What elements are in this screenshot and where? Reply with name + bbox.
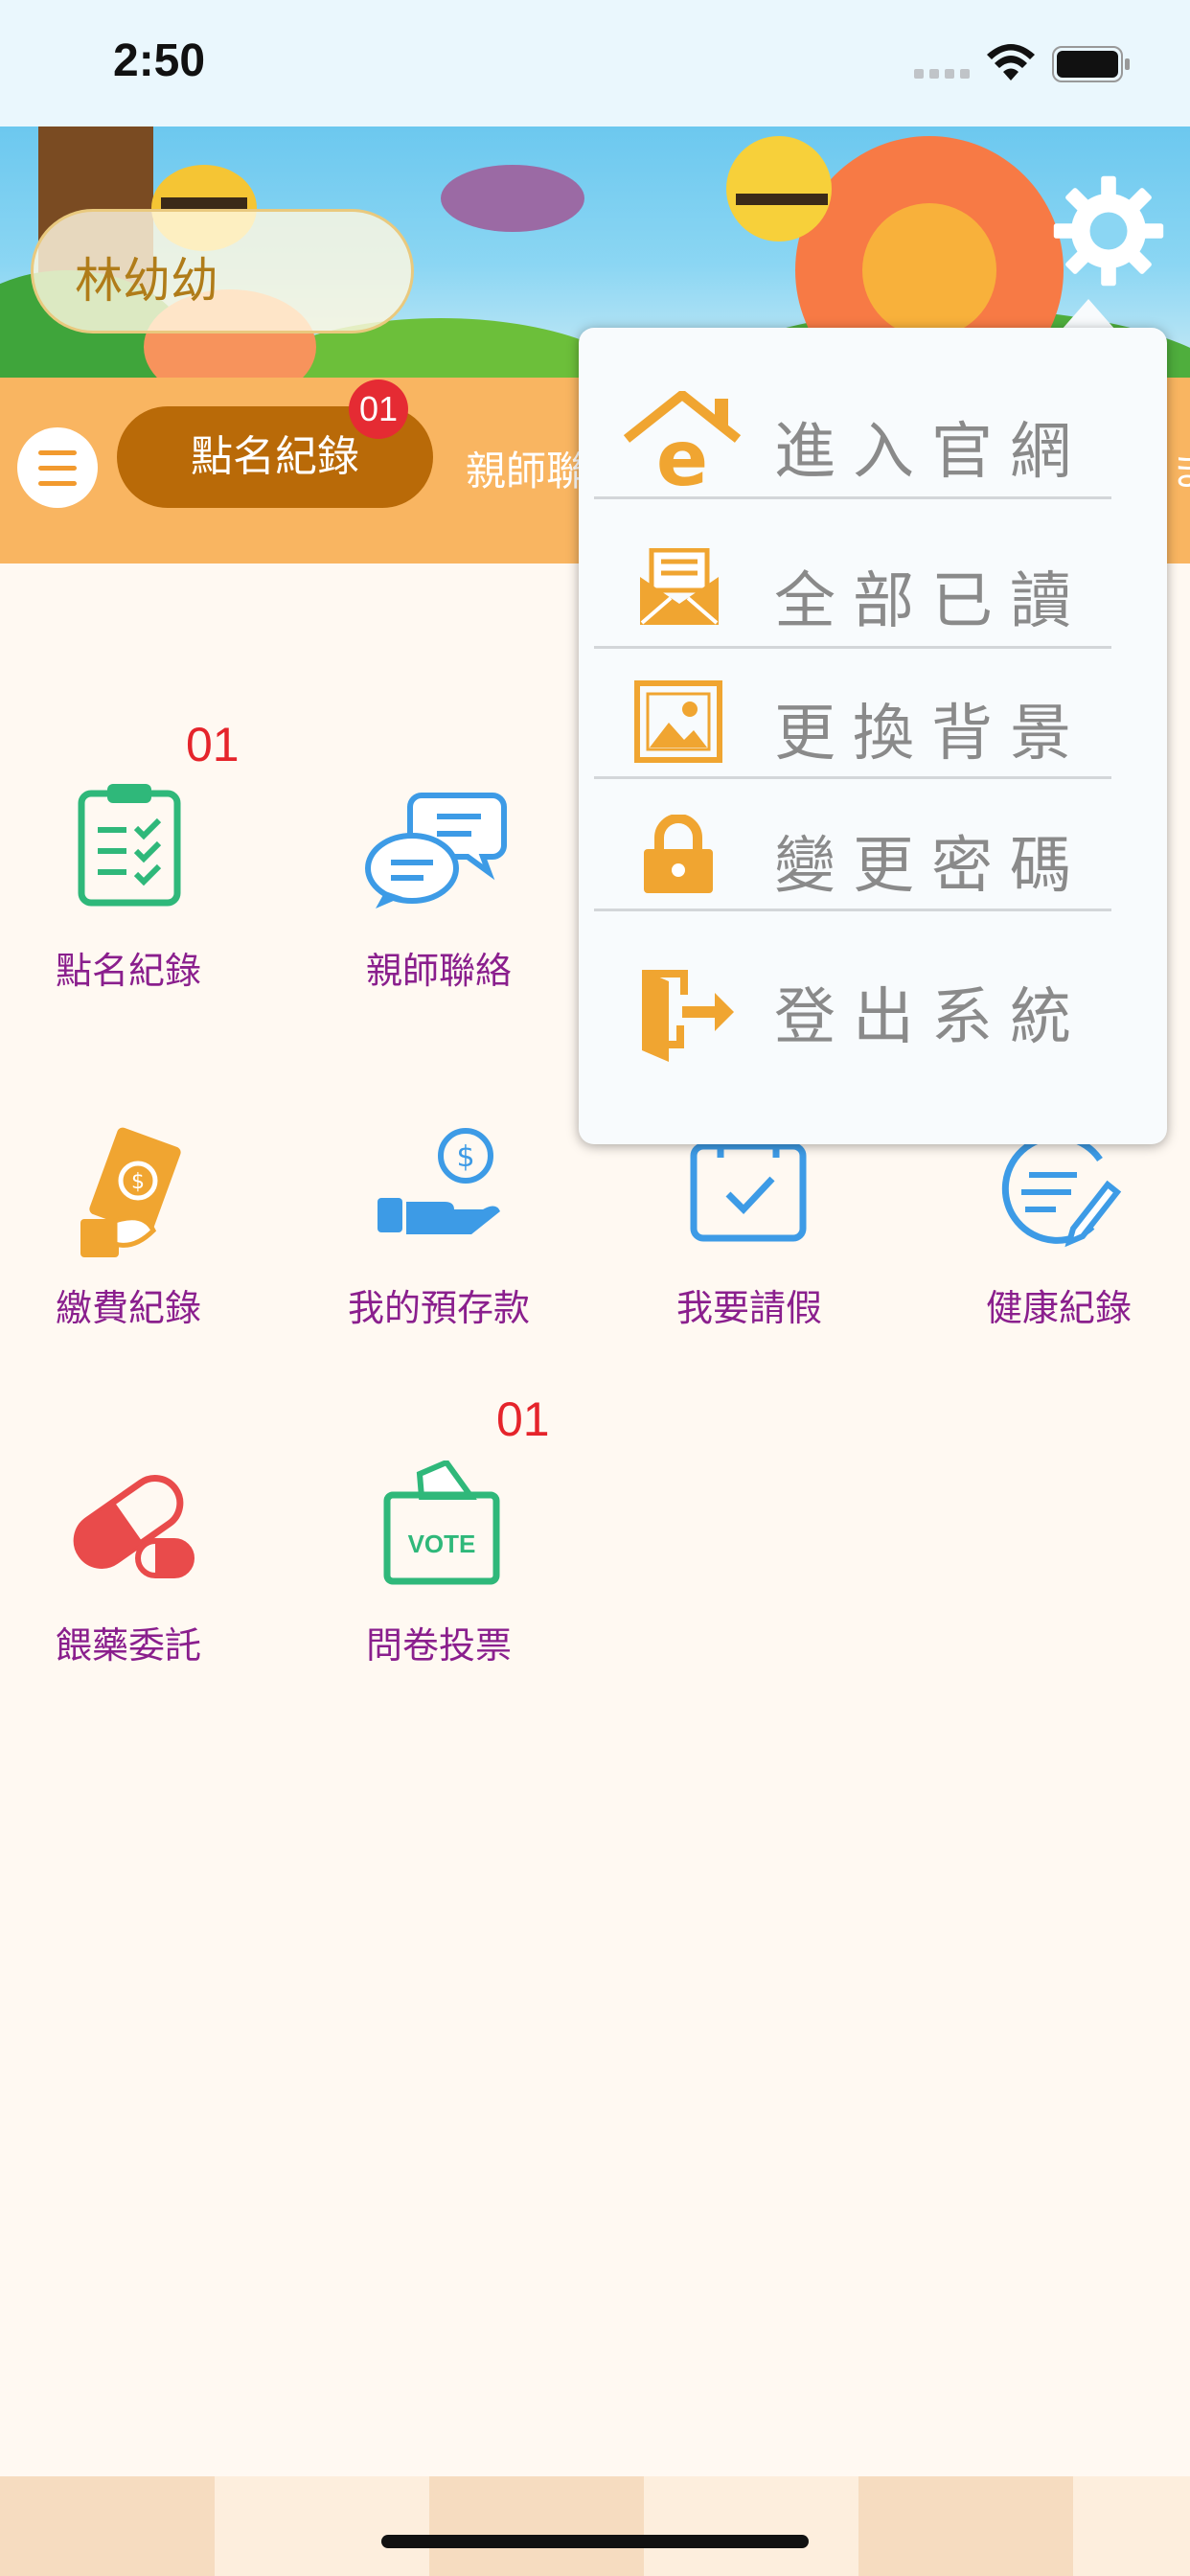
hamburger-line xyxy=(38,481,77,486)
dropdown-arrow xyxy=(1062,299,1115,330)
pill-icon[interactable] xyxy=(61,1462,195,1581)
chat-bubbles-icon[interactable] xyxy=(364,786,508,910)
hamburger-line xyxy=(38,466,77,471)
home-indicator[interactable] xyxy=(381,2535,809,2548)
svg-text:$: $ xyxy=(131,1170,145,1194)
settings-gear-icon[interactable] xyxy=(1046,169,1171,293)
vote-icon-text: VOTE xyxy=(408,1530,476,1558)
divider xyxy=(594,496,1111,499)
attendance-badge: 01 xyxy=(186,718,240,771)
menu-item-logout[interactable]: 登出系統 xyxy=(774,968,1088,1056)
vote-box-icon[interactable]: VOTE xyxy=(381,1460,502,1585)
image-icon xyxy=(634,680,722,763)
divider xyxy=(594,646,1111,649)
child-name: 林幼幼 xyxy=(75,253,218,309)
tab-badge: 01 xyxy=(349,380,408,439)
menu-item-mark-all-read[interactable]: 全部已讀 xyxy=(774,552,1088,640)
cellular-signal-icon xyxy=(914,69,970,79)
health-record-icon[interactable] xyxy=(996,1137,1127,1252)
svg-text:$: $ xyxy=(456,1140,474,1174)
tile-label-attendance[interactable]: 點名紀錄 xyxy=(0,941,272,994)
status-time: 2:50 xyxy=(113,35,206,86)
tile-label-deposit[interactable]: 我的預存款 xyxy=(295,1278,583,1331)
logout-door-icon xyxy=(642,970,734,1062)
tile-label-medication[interactable]: 餵藥委託 xyxy=(0,1616,272,1668)
status-bar: 2:50 xyxy=(0,0,1190,126)
mail-read-icon xyxy=(640,548,719,625)
tile-label-health[interactable]: 健康紀錄 xyxy=(915,1278,1190,1331)
tile-label-leave[interactable]: 我要請假 xyxy=(606,1278,893,1331)
tab-edge-label[interactable]: ま xyxy=(1171,439,1190,497)
svg-text:e: e xyxy=(656,414,708,489)
tile-label-survey[interactable]: 問卷投票 xyxy=(295,1616,583,1668)
divider xyxy=(594,776,1111,779)
tile-label-parent-teacher[interactable]: 親師聯絡 xyxy=(295,941,583,994)
menu-item-change-background[interactable]: 更換背景 xyxy=(774,684,1088,772)
lock-icon xyxy=(644,815,713,893)
hamburger-line xyxy=(38,450,77,455)
payment-icon[interactable]: $ xyxy=(73,1127,188,1261)
calendar-check-icon[interactable] xyxy=(688,1137,809,1244)
battery-icon xyxy=(1052,46,1130,82)
divider xyxy=(594,908,1111,911)
clipboard-checklist-icon[interactable] xyxy=(77,782,182,907)
wifi-icon xyxy=(987,44,1035,80)
hand-coin-icon[interactable]: $ xyxy=(374,1127,504,1242)
bottom-decor xyxy=(0,2476,1190,2576)
menu-item-website[interactable]: 進入官網 xyxy=(774,402,1088,491)
home-web-icon: e xyxy=(623,391,742,489)
vote-badge: 01 xyxy=(496,1392,550,1446)
tile-label-payment[interactable]: 繳費紀錄 xyxy=(0,1278,272,1331)
menu-item-change-password[interactable]: 變更密碼 xyxy=(774,816,1088,905)
tab-parent-teacher-label[interactable]: 親師聯 xyxy=(466,439,586,497)
